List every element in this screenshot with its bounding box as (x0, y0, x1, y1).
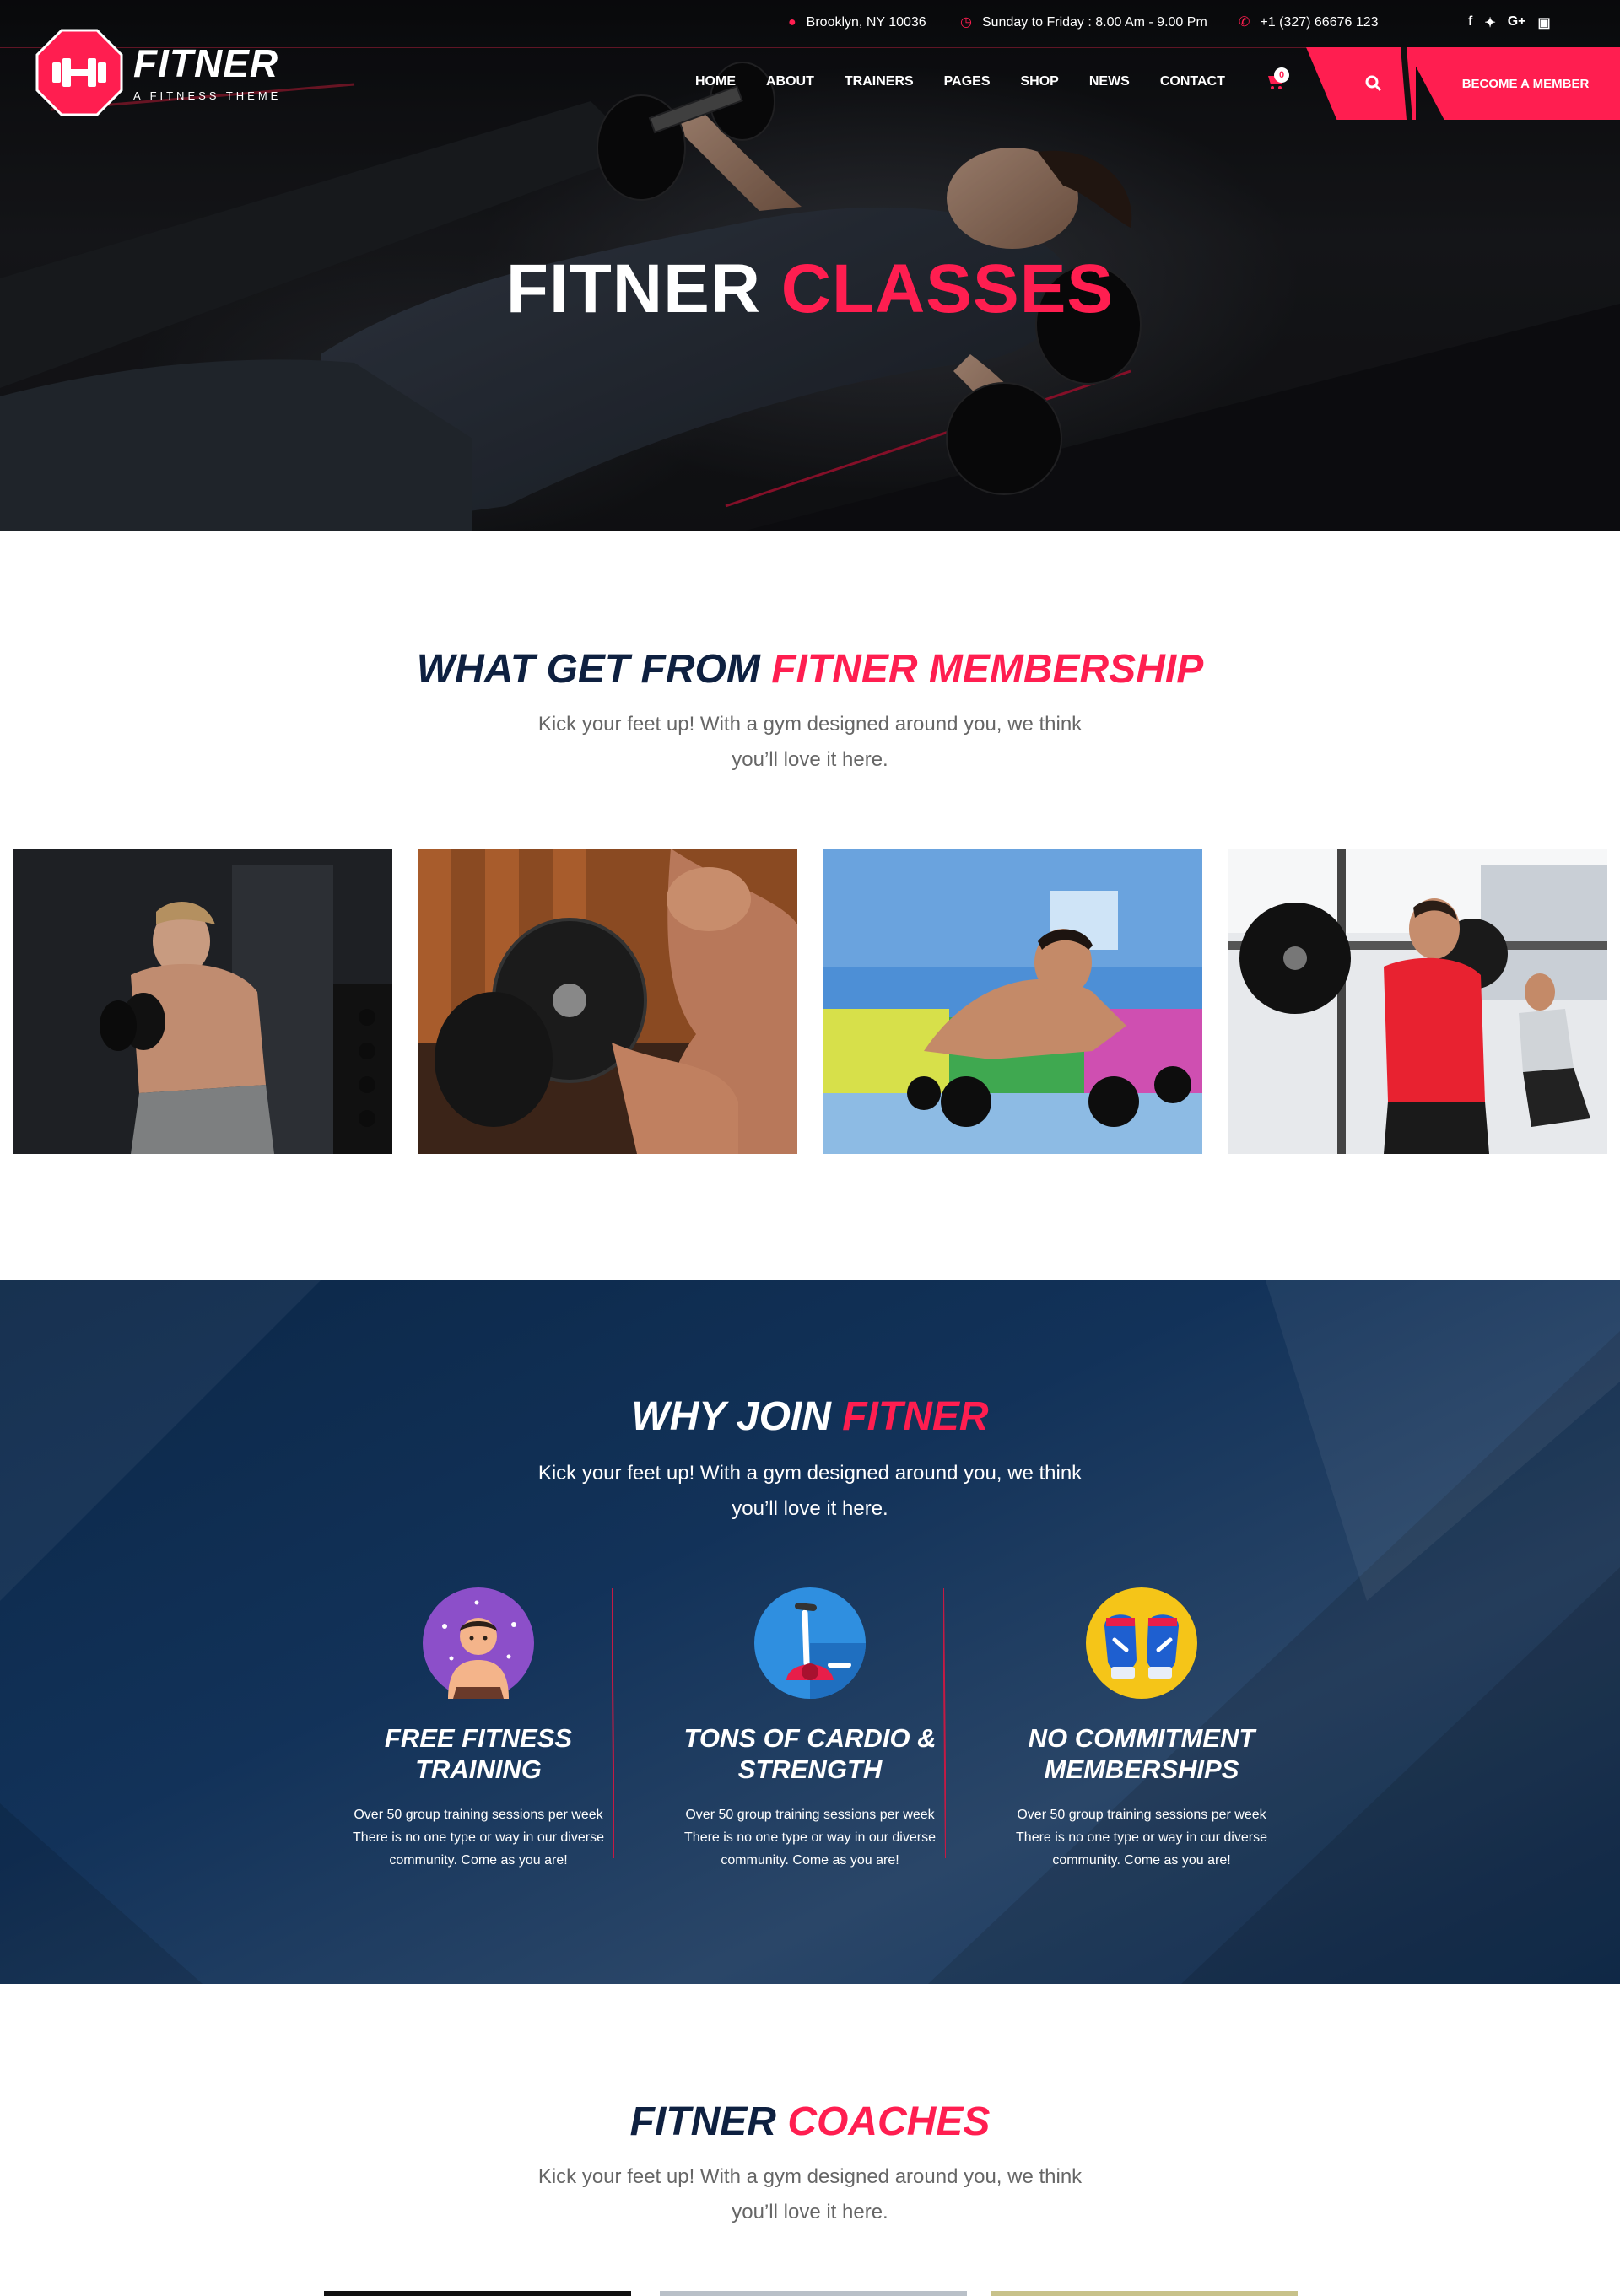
gallery-image-curl[interactable] (13, 849, 392, 1154)
main-navigation: HOME ABOUT TRAINERS PAGES SHOP NEWS CONT… (695, 74, 1256, 89)
instagram-icon[interactable]: ▣ (1538, 14, 1551, 31)
coaches-title-accent: COACHES (787, 2099, 991, 2144)
coach-card-preview[interactable] (660, 2291, 967, 2296)
feature-divider (943, 1588, 946, 1858)
gallery-image-squat[interactable] (1228, 849, 1607, 1154)
feature-title: TONS OF CARDIO & STRENGTH (683, 1723, 937, 1784)
gallery-image-pushup[interactable] (823, 849, 1202, 1154)
exercise-bike-icon (754, 1587, 866, 1699)
why-join-section: WHY JOIN FITNER Kick your feet up! With … (0, 1280, 1620, 1984)
gallery-photo-2 (418, 849, 797, 1154)
location-text: Brooklyn, NY 10036 (806, 15, 926, 30)
search-button[interactable] (1306, 47, 1416, 120)
nav-trainers[interactable]: TRAINERS (845, 74, 914, 89)
nav-news[interactable]: NEWS (1089, 74, 1130, 89)
coach-card-preview[interactable] (324, 2291, 631, 2296)
membership-title-main: WHAT GET FROM (416, 647, 760, 692)
coaches-subtitle: Kick your feet up! With a gym designed a… (537, 2165, 1083, 2223)
nav-pages[interactable]: PAGES (944, 74, 991, 89)
brand-name: FITNER (133, 40, 279, 85)
brand-tagline: A FITNESS THEME (133, 89, 282, 102)
clock-icon: ◷ (960, 15, 972, 30)
why-title-accent: FITNER (842, 1394, 989, 1439)
phone-icon: ✆ (1239, 15, 1250, 30)
coaches-title-main: FITNER (629, 2099, 776, 2144)
hero-banner: ● Brooklyn, NY 10036 ◷ Sunday to Friday … (0, 0, 1620, 531)
become-member-button[interactable]: BECOME A MEMBER (1406, 47, 1620, 120)
coaches-title: FITNER COACHES (0, 2099, 1620, 2145)
search-icon (1365, 75, 1382, 92)
membership-title-accent: FITNER MEMBERSHIP (771, 647, 1204, 692)
twitter-icon[interactable]: ✦ (1484, 14, 1495, 31)
gallery-photo-1 (13, 849, 392, 1154)
site-logo[interactable]: FITNER A FITNESS THEME (35, 29, 281, 116)
membership-subtitle: Kick your feet up! With a gym designed a… (537, 713, 1083, 771)
feature-title: FREE FITNESS TRAINING (384, 1723, 573, 1784)
feature-free-training: FREE FITNESS TRAINING Over 50 group trai… (352, 1587, 605, 1872)
feature-cardio-strength: TONS OF CARDIO & STRENGTH Over 50 group … (683, 1587, 937, 1872)
phone-text[interactable]: +1 (327) 66676 123 (1260, 15, 1378, 30)
feature-divider (612, 1588, 614, 1858)
why-title-main: WHY JOIN (631, 1394, 831, 1439)
feature-description: Over 50 group training sessions per week… (1016, 1808, 1267, 1868)
why-title: WHY JOIN FITNER (0, 1393, 1620, 1440)
feature-description: Over 50 group training sessions per week… (353, 1808, 604, 1868)
phone-info: ✆ +1 (327) 66676 123 (1239, 15, 1379, 30)
page-title-accent: CLASSES (780, 251, 1115, 327)
nav-contact[interactable]: CONTACT (1160, 74, 1225, 89)
membership-title: WHAT GET FROM FITNER MEMBERSHIP (0, 646, 1620, 693)
cart-count-badge: 0 (1274, 67, 1289, 83)
nav-shop[interactable]: SHOP (1021, 74, 1059, 89)
nav-about[interactable]: ABOUT (766, 74, 814, 89)
hours-info: ◷ Sunday to Friday : 8.00 Am - 9.00 Pm (960, 15, 1207, 30)
feature-description: Over 50 group training sessions per week… (684, 1808, 936, 1868)
feature-no-commitment: NO COMMITMENT MEMBERSHIPS Over 50 group … (1015, 1587, 1268, 1872)
page-title-main: FITNER (505, 251, 761, 327)
why-subtitle: Kick your feet up! With a gym designed a… (537, 1462, 1083, 1520)
dumbbell-logo-icon (35, 29, 123, 116)
header-actions: BECOME A MEMBER (1306, 47, 1620, 120)
nav-home[interactable]: HOME (695, 74, 736, 89)
page-title: FITNER CLASSES (0, 250, 1620, 329)
social-links: f ✦ G+ ▣ (1468, 14, 1551, 31)
gallery-image-dumbbell[interactable] (418, 849, 797, 1154)
google-plus-icon[interactable]: G+ (1508, 14, 1526, 31)
map-pin-icon: ● (788, 15, 796, 30)
gallery-photo-3 (823, 849, 1202, 1154)
location-info: ● Brooklyn, NY 10036 (788, 15, 926, 30)
trainer-icon (423, 1587, 534, 1699)
hours-text: Sunday to Friday : 8.00 Am - 9.00 Pm (981, 15, 1207, 30)
facebook-icon[interactable]: f (1468, 14, 1472, 31)
boxing-gloves-icon (1086, 1587, 1197, 1699)
gallery-photo-4 (1228, 849, 1607, 1154)
feature-title: NO COMMITMENT MEMBERSHIPS (1028, 1723, 1256, 1784)
coach-card-preview[interactable] (991, 2291, 1298, 2296)
